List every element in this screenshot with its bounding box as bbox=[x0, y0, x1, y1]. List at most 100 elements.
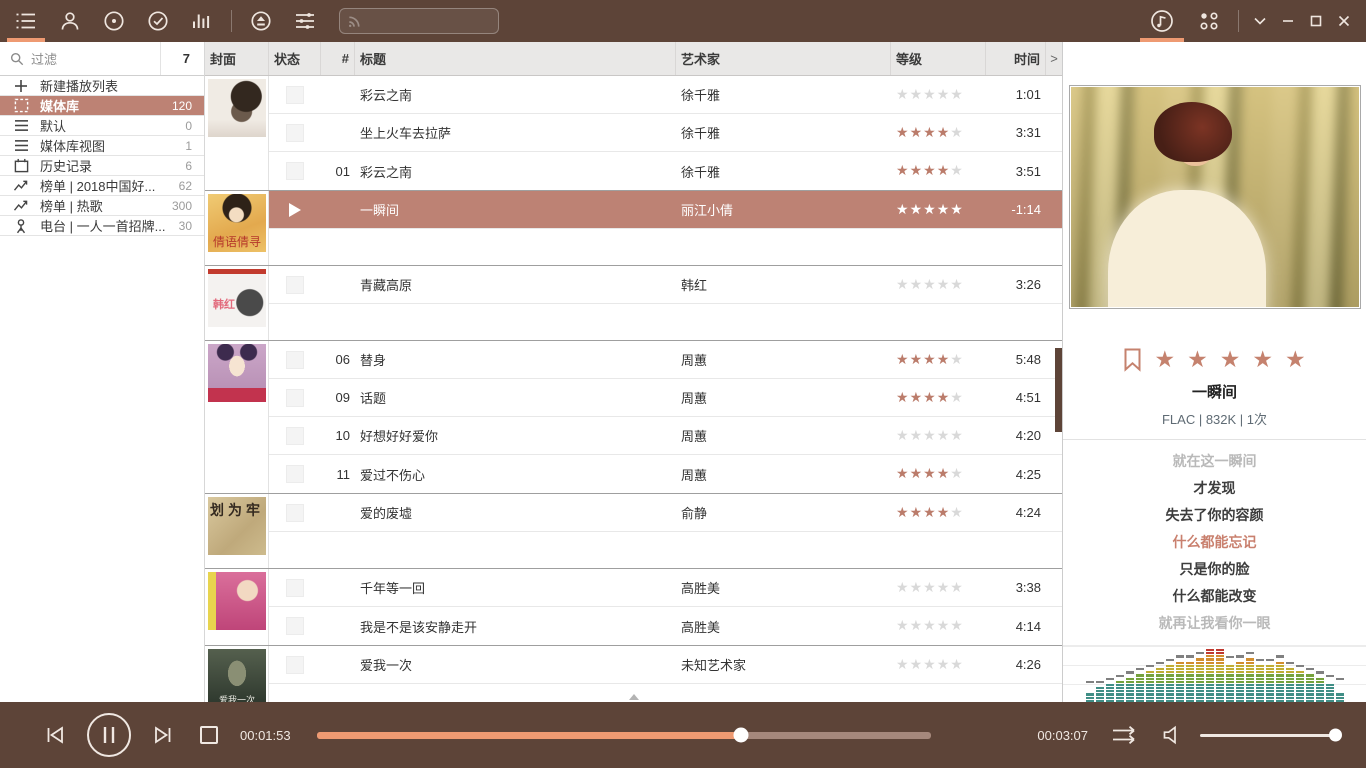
status-checkbox[interactable] bbox=[286, 578, 304, 597]
dots-grid-icon[interactable] bbox=[1187, 0, 1231, 42]
stop-button[interactable] bbox=[198, 724, 220, 746]
track-row[interactable]: 爱我一次 未知艺术家 ★ ★ ★ ★ ★ 4:26 bbox=[269, 646, 1062, 684]
status-checkbox[interactable] bbox=[286, 655, 304, 674]
track-row[interactable]: 我是不是该安静走开 高胜美 ★ ★ ★ ★ ★ 4:14 bbox=[269, 607, 1062, 645]
track-rating[interactable]: ★ ★ ★ ★ ★ bbox=[891, 607, 986, 645]
status-checkbox[interactable] bbox=[286, 275, 304, 294]
album-cover[interactable] bbox=[208, 572, 266, 630]
disc-icon[interactable] bbox=[92, 0, 136, 42]
search-input[interactable] bbox=[368, 14, 491, 28]
previous-button[interactable] bbox=[42, 722, 68, 748]
star-icon: ★ bbox=[923, 579, 936, 596]
track-rating[interactable]: ★ ★ ★ ★ ★ bbox=[891, 455, 986, 493]
star-icon[interactable]: ★ bbox=[1252, 348, 1273, 372]
search-box[interactable] bbox=[339, 8, 499, 34]
col-header-number[interactable]: # bbox=[321, 42, 355, 75]
track-row[interactable]: 11 爱过不伤心 周蕙 ★ ★ ★ ★ ★ 4:25 bbox=[269, 455, 1062, 493]
star-icon[interactable]: ★ bbox=[1220, 348, 1241, 372]
track-row[interactable]: 彩云之南 徐千雅 ★ ★ ★ ★ ★ 1:01 bbox=[269, 76, 1062, 114]
track-row[interactable]: 09 话题 周蕙 ★ ★ ★ ★ ★ 4:51 bbox=[269, 379, 1062, 417]
col-header-cover[interactable]: 封面 bbox=[205, 42, 269, 75]
album-art-large bbox=[1068, 85, 1361, 309]
track-row[interactable]: 01 彩云之南 徐千雅 ★ ★ ★ ★ ★ 3:51 bbox=[269, 152, 1062, 190]
queue-list-icon[interactable] bbox=[4, 0, 48, 42]
sidebar-item[interactable]: 榜单 | 2018中国好... 62 bbox=[0, 176, 204, 196]
col-header-more[interactable]: > bbox=[1046, 42, 1062, 75]
status-checkbox[interactable] bbox=[286, 123, 304, 142]
status-checkbox[interactable] bbox=[286, 465, 304, 483]
sidebar-item[interactable]: 新建播放列表 bbox=[0, 76, 204, 96]
minimize-button[interactable] bbox=[1274, 0, 1302, 42]
track-rating[interactable]: ★ ★ ★ ★ ★ bbox=[891, 114, 986, 151]
maximize-button[interactable] bbox=[1302, 0, 1330, 42]
track-row[interactable]: 一瞬间 丽江小倩 ★ ★ ★ ★ ★ -1:14 bbox=[269, 191, 1062, 229]
col-header-time[interactable]: 时间 bbox=[986, 42, 1046, 75]
album-cover[interactable]: 韩红 bbox=[208, 269, 266, 327]
sidebar-item[interactable]: 默认 0 bbox=[0, 116, 204, 136]
chevron-down-icon[interactable] bbox=[1246, 0, 1274, 42]
star-icon[interactable]: ★ bbox=[1187, 348, 1208, 372]
seek-slider[interactable] bbox=[316, 727, 932, 743]
volume-slider[interactable] bbox=[1200, 728, 1342, 742]
sidebar-item[interactable]: 榜单 | 热歌 300 bbox=[0, 196, 204, 216]
seek-thumb[interactable] bbox=[733, 727, 749, 743]
track-row[interactable]: 10 好想好好爱你 周蕙 ★ ★ ★ ★ ★ 4:20 bbox=[269, 417, 1062, 455]
album-cover[interactable]: 倩语倩寻 bbox=[208, 194, 266, 252]
sidebar-item-label: 历史记录 bbox=[40, 159, 93, 174]
album-cover[interactable] bbox=[208, 79, 266, 137]
track-row[interactable]: 爱的废墟 俞静 ★ ★ ★ ★ ★ 4:24 bbox=[269, 494, 1062, 532]
track-row[interactable]: 06 替身 周蕙 ★ ★ ★ ★ ★ 5:48 bbox=[269, 341, 1062, 379]
filter-row[interactable]: 过滤 7 bbox=[0, 42, 204, 76]
sidebar-item[interactable]: 媒体库视图 1 bbox=[0, 136, 204, 156]
track-rating[interactable]: ★ ★ ★ ★ ★ bbox=[891, 646, 986, 683]
shuffle-icon[interactable] bbox=[1110, 723, 1140, 747]
status-checkbox[interactable] bbox=[286, 503, 304, 522]
status-checkbox[interactable] bbox=[286, 426, 304, 445]
lyric-line: 就在这一瞬间 bbox=[1172, 453, 1257, 469]
bookmark-icon[interactable] bbox=[1123, 348, 1142, 372]
track-row[interactable]: 千年等一回 高胜美 ★ ★ ★ ★ ★ 3:38 bbox=[269, 569, 1062, 607]
vertical-scrollbar-thumb[interactable] bbox=[1055, 348, 1062, 432]
col-header-status[interactable]: 状态 bbox=[269, 42, 321, 75]
star-icon[interactable]: ★ bbox=[1285, 348, 1306, 372]
col-header-artist[interactable]: 艺术家 bbox=[676, 42, 891, 75]
pause-button[interactable] bbox=[86, 712, 132, 758]
volume-thumb[interactable] bbox=[1329, 728, 1342, 742]
track-rating[interactable]: ★ ★ ★ ★ ★ bbox=[891, 341, 986, 378]
next-button[interactable] bbox=[150, 722, 176, 748]
album-cover[interactable]: 爱我一次 bbox=[208, 649, 266, 702]
track-rating[interactable]: ★ ★ ★ ★ ★ bbox=[891, 76, 986, 113]
close-button[interactable] bbox=[1330, 0, 1358, 42]
track-row[interactable]: 坐上火车去拉萨 徐千雅 ★ ★ ★ ★ ★ 3:31 bbox=[269, 114, 1062, 152]
col-header-rating[interactable]: 等级 bbox=[891, 42, 986, 75]
sidebar-item[interactable]: 电台 | 一人一首招牌... 30 bbox=[0, 216, 204, 236]
speaker-icon[interactable] bbox=[1160, 723, 1184, 747]
track-row[interactable]: 青藏高原 韩红 ★ ★ ★ ★ ★ 3:26 bbox=[269, 266, 1062, 304]
check-circle-icon[interactable] bbox=[136, 0, 180, 42]
track-rating[interactable]: ★ ★ ★ ★ ★ bbox=[891, 266, 986, 303]
equalizer-bars-icon[interactable] bbox=[180, 0, 224, 42]
now-playing-stars[interactable]: ★ ★ ★ ★ ★ bbox=[1154, 348, 1306, 372]
sidebar-item[interactable]: 媒体库 120 bbox=[0, 96, 204, 116]
track-rating[interactable]: ★ ★ ★ ★ ★ bbox=[891, 569, 986, 606]
sliders-icon[interactable] bbox=[283, 0, 327, 42]
user-icon[interactable] bbox=[48, 0, 92, 42]
album-cover[interactable]: 划为牢 bbox=[208, 497, 266, 555]
track-rating[interactable]: ★ ★ ★ ★ ★ bbox=[891, 191, 986, 228]
track-title: 爱过不伤心 bbox=[360, 467, 426, 483]
col-header-title[interactable]: 标题 bbox=[355, 42, 676, 75]
status-checkbox[interactable] bbox=[286, 162, 304, 180]
status-checkbox[interactable] bbox=[286, 85, 304, 104]
track-rating[interactable]: ★ ★ ★ ★ ★ bbox=[891, 379, 986, 416]
track-rating[interactable]: ★ ★ ★ ★ ★ bbox=[891, 494, 986, 531]
sidebar-item[interactable]: 历史记录 6 bbox=[0, 156, 204, 176]
track-rating[interactable]: ★ ★ ★ ★ ★ bbox=[891, 417, 986, 454]
status-checkbox[interactable] bbox=[286, 388, 304, 407]
eject-circle-icon[interactable] bbox=[239, 0, 283, 42]
status-checkbox[interactable] bbox=[286, 350, 304, 369]
music-note-circle-icon[interactable] bbox=[1137, 0, 1187, 42]
track-rating[interactable]: ★ ★ ★ ★ ★ bbox=[891, 152, 986, 190]
star-icon[interactable]: ★ bbox=[1154, 348, 1175, 372]
status-checkbox[interactable] bbox=[286, 617, 304, 635]
album-cover[interactable] bbox=[208, 344, 266, 402]
